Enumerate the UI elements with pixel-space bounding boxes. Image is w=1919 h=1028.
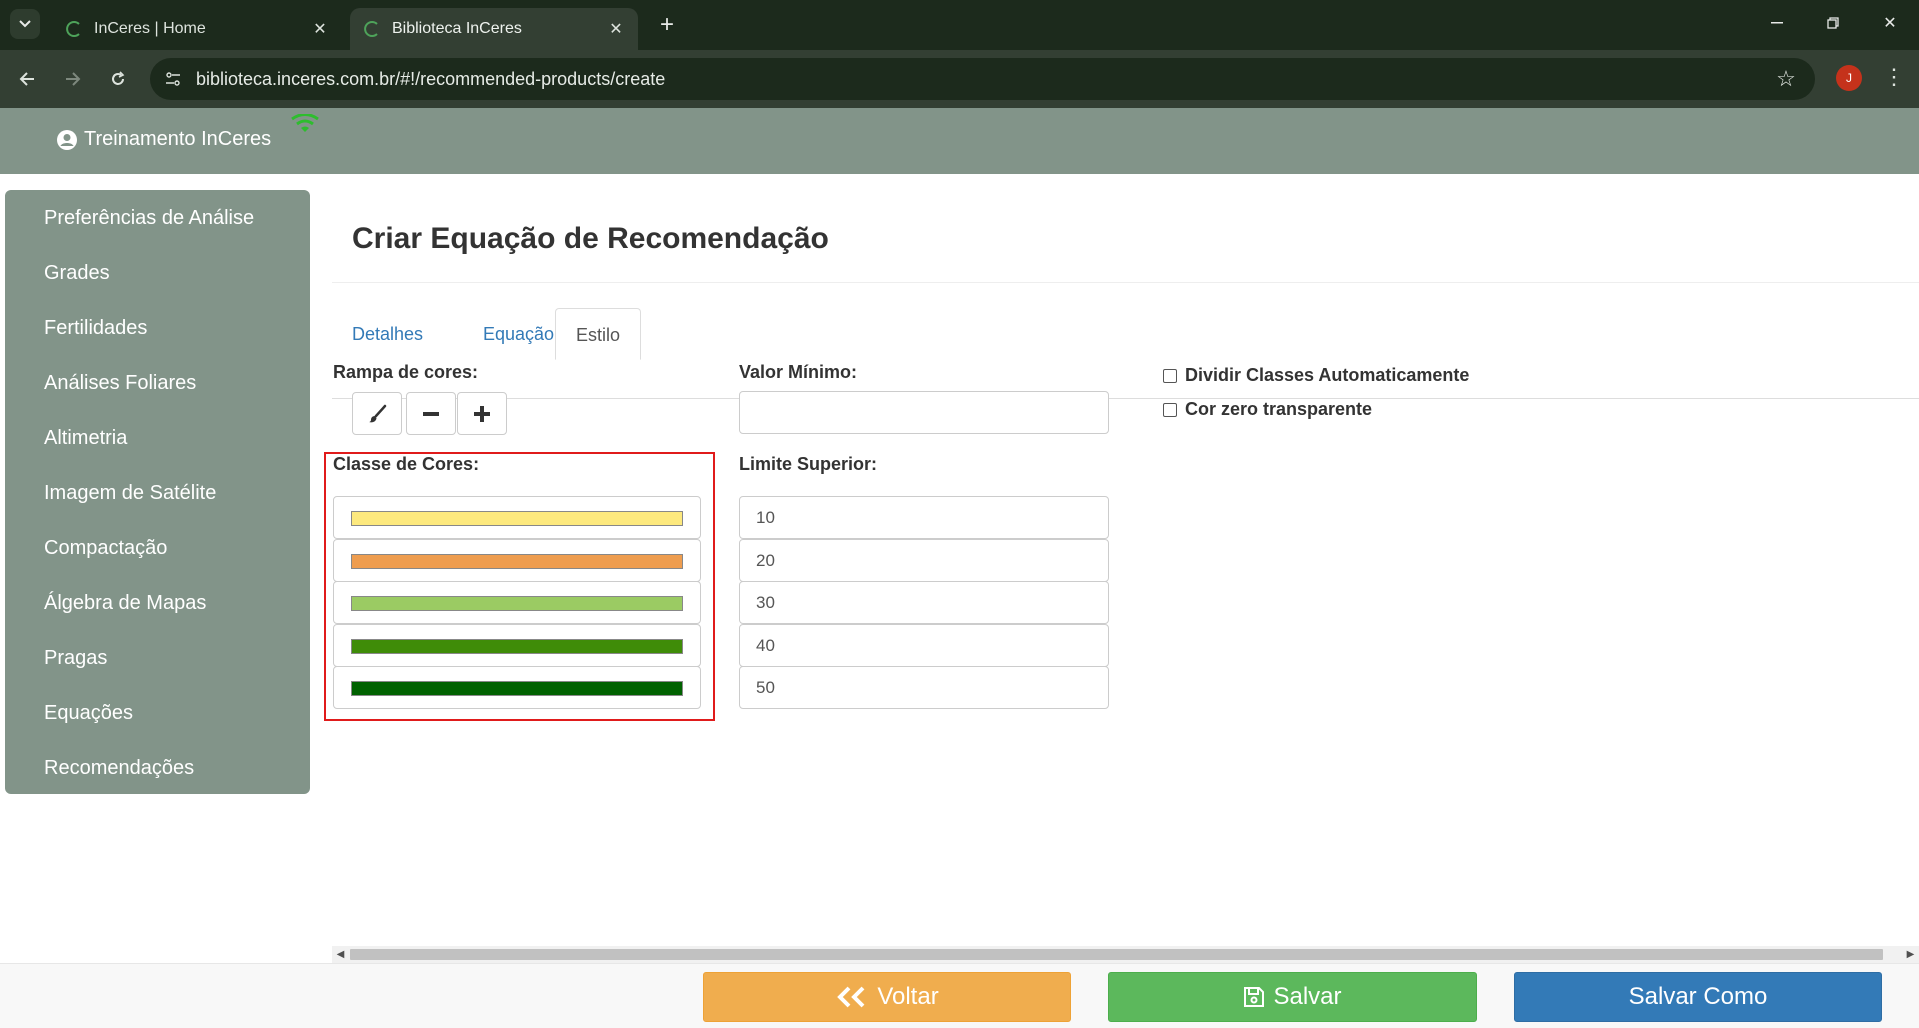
sidebar-item-fertilidades[interactable]: Fertilidades bbox=[5, 310, 310, 365]
browser-toolbar: biblioteca.inceres.com.br/#!/recommended… bbox=[0, 50, 1919, 108]
color-class-picker[interactable] bbox=[333, 666, 701, 709]
sidebar-item-grades[interactable]: Grades bbox=[5, 255, 310, 310]
tab-title: InCeres | Home bbox=[94, 20, 206, 37]
inceres-favicon-icon bbox=[64, 19, 84, 39]
sidebar-item-equacoes[interactable]: Equações bbox=[5, 695, 310, 750]
horizontal-scrollbar[interactable]: ◀ ▶ bbox=[332, 946, 1919, 963]
url-text: biblioteca.inceres.com.br/#!/recommended… bbox=[196, 68, 666, 89]
floppy-disk-icon bbox=[1244, 987, 1265, 1007]
footer-actions: Voltar Salvar Salvar Como bbox=[0, 963, 1919, 1028]
color-swatch bbox=[351, 554, 683, 569]
upper-limit-input[interactable]: 30 bbox=[739, 581, 1109, 624]
upper-limit-input[interactable]: 20 bbox=[739, 539, 1109, 582]
add-class-button[interactable] bbox=[457, 392, 507, 435]
main-content: Criar Equação de Recomendação Detalhes E… bbox=[324, 174, 1919, 954]
auto-divide-checkbox-row[interactable]: Dividir Classes Automaticamente bbox=[1163, 365, 1469, 386]
browser-tab-bar: InCeres | Home ✕ Biblioteca InCeres ✕ + … bbox=[0, 0, 1919, 50]
sidebar: Preferências de Análise Grades Fertilida… bbox=[5, 190, 310, 794]
close-icon[interactable]: ✕ bbox=[310, 19, 330, 39]
back-button-label: Voltar bbox=[877, 983, 939, 1010]
user-circle-icon bbox=[57, 129, 77, 150]
upper-limit-label: Limite Superior: bbox=[739, 454, 878, 474]
sidebar-item-compactacao[interactable]: Compactação bbox=[5, 530, 310, 585]
sidebar-item-analises-foliares[interactable]: Análises Foliares bbox=[5, 365, 310, 420]
save-button[interactable]: Salvar bbox=[1108, 972, 1477, 1022]
sidebar-item-pragas[interactable]: Pragas bbox=[5, 640, 310, 695]
inceres-favicon-icon bbox=[362, 19, 382, 39]
close-icon[interactable]: ✕ bbox=[606, 19, 626, 39]
page-title: Criar Equação de Recomendação bbox=[352, 222, 829, 255]
color-ramp-label: Rampa de cores: bbox=[333, 362, 479, 382]
color-classes-label: Classe de Cores: bbox=[333, 454, 480, 474]
plus-icon bbox=[474, 405, 490, 422]
connection-wifi-icon bbox=[290, 113, 320, 139]
browser-menu-icon[interactable]: ⋮ bbox=[1882, 62, 1906, 92]
user-name-label: Treinamento InCeres bbox=[84, 128, 272, 150]
restore-icon[interactable] bbox=[1813, 8, 1853, 38]
back-arrow-icon[interactable] bbox=[12, 64, 42, 94]
zero-transparent-checkbox-row[interactable]: Cor zero transparente bbox=[1163, 399, 1372, 420]
new-tab-plus-icon[interactable]: + bbox=[652, 10, 682, 40]
paintbrush-icon bbox=[369, 404, 387, 422]
upper-limit-input[interactable]: 10 bbox=[739, 496, 1109, 539]
double-chevron-left-icon bbox=[837, 986, 865, 1008]
profile-avatar[interactable]: J bbox=[1836, 65, 1862, 91]
auto-divide-checkbox[interactable] bbox=[1163, 368, 1177, 383]
scroll-left-arrow-icon[interactable]: ◀ bbox=[332, 946, 349, 963]
tab-title: Biblioteca InCeres bbox=[392, 20, 522, 37]
minimize-icon[interactable] bbox=[1757, 8, 1797, 38]
window-close-icon[interactable]: ✕ bbox=[1870, 8, 1910, 38]
zero-transparent-label: Cor zero transparente bbox=[1185, 399, 1373, 419]
scroll-right-arrow-icon[interactable]: ▶ bbox=[1902, 946, 1919, 963]
tabs-underline bbox=[332, 398, 1919, 399]
zero-transparent-checkbox[interactable] bbox=[1163, 402, 1177, 417]
sidebar-item-recomendacoes[interactable]: Recomendações bbox=[5, 750, 310, 805]
upper-limit-input[interactable]: 40 bbox=[739, 624, 1109, 667]
reload-icon[interactable] bbox=[103, 64, 133, 94]
sidebar-item-altimetria[interactable]: Altimetria bbox=[5, 420, 310, 475]
save-as-button-label: Salvar Como bbox=[1628, 983, 1768, 1010]
forward-arrow-icon[interactable] bbox=[58, 64, 88, 94]
app-header: Treinamento InCeres bbox=[0, 108, 1919, 174]
tab-estilo[interactable]: Estilo bbox=[555, 308, 642, 360]
color-swatch bbox=[351, 639, 683, 654]
min-value-input[interactable] bbox=[739, 391, 1109, 434]
chevron-down-icon bbox=[19, 20, 31, 28]
upper-limit-input[interactable]: 50 bbox=[739, 666, 1109, 709]
remove-class-button[interactable] bbox=[406, 392, 456, 435]
sidebar-item-algebra-mapas[interactable]: Álgebra de Mapas bbox=[5, 585, 310, 640]
color-swatch bbox=[351, 596, 683, 611]
browser-tab-home[interactable]: InCeres | Home ✕ bbox=[52, 8, 342, 50]
min-value-label: Valor Mínimo: bbox=[739, 362, 858, 382]
minus-icon bbox=[423, 411, 439, 416]
browser-tab-biblioteca[interactable]: Biblioteca InCeres ✕ bbox=[350, 8, 638, 50]
address-bar[interactable]: biblioteca.inceres.com.br/#!/recommended… bbox=[150, 58, 1815, 100]
paintbrush-button[interactable] bbox=[352, 392, 402, 435]
tab-detalhes[interactable]: Detalhes bbox=[332, 308, 443, 360]
save-button-label: Salvar bbox=[1273, 983, 1342, 1010]
auto-divide-label: Dividir Classes Automaticamente bbox=[1185, 365, 1470, 385]
color-swatch bbox=[351, 681, 683, 696]
sidebar-item-preferencias[interactable]: Preferências de Análise bbox=[5, 200, 310, 255]
back-button[interactable]: Voltar bbox=[703, 972, 1071, 1022]
color-class-picker[interactable] bbox=[333, 539, 701, 582]
color-class-picker[interactable] bbox=[333, 581, 701, 624]
tab-search-button[interactable] bbox=[10, 9, 40, 39]
sidebar-item-imagem-satelite[interactable]: Imagem de Satélite bbox=[5, 475, 310, 530]
site-settings-icon[interactable] bbox=[156, 62, 190, 96]
color-class-picker[interactable] bbox=[333, 624, 701, 667]
bookmark-star-icon[interactable]: ☆ bbox=[1769, 66, 1803, 92]
color-class-picker[interactable] bbox=[333, 496, 701, 539]
divider bbox=[332, 282, 1919, 283]
user-menu[interactable]: Treinamento InCeres bbox=[56, 128, 271, 151]
color-swatch bbox=[351, 511, 683, 526]
scrollbar-thumb[interactable] bbox=[350, 949, 1883, 960]
save-as-button[interactable]: Salvar Como bbox=[1514, 972, 1882, 1022]
